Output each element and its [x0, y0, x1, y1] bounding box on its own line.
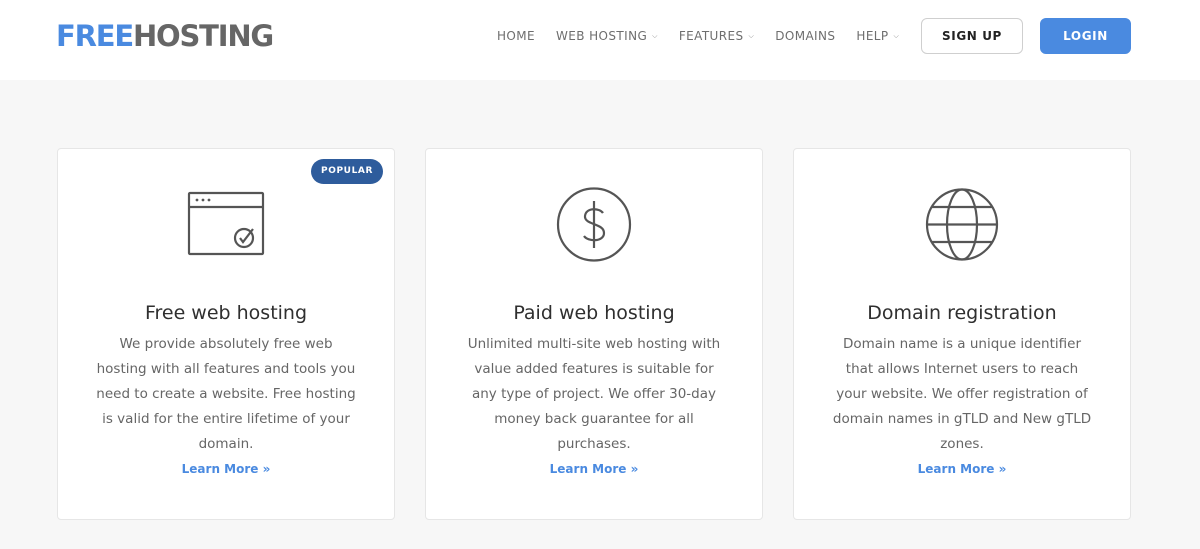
nav-item-features[interactable]: FEATURES ⌵	[679, 29, 754, 43]
card-description: We provide absolutely free web hosting w…	[96, 336, 356, 452]
card-description: Domain name is a unique identifier that …	[832, 336, 1092, 452]
nav-item-web-hosting[interactable]: WEB HOSTING ⌵	[556, 29, 658, 43]
chevron-down-icon: ⌵	[893, 31, 900, 40]
popular-badge: POPULAR	[311, 159, 383, 184]
chevron-down-icon: ⌵	[748, 31, 755, 40]
feature-card-domain-registration: Domain registration Domain name is a uni…	[793, 148, 1131, 520]
logo-hosting-text: HOSTING	[132, 19, 274, 53]
main-nav: HOME WEB HOSTING ⌵ FEATURES ⌵ DOMAINS HE…	[497, 27, 920, 45]
card-title: Free web hosting	[144, 302, 308, 324]
card-description: Unlimited multi-site web hosting with va…	[467, 336, 721, 452]
card-title: Domain registration	[867, 302, 1057, 324]
chevron-down-icon: ⌵	[652, 31, 658, 40]
browser-check-icon	[186, 187, 266, 262]
nav-item-home[interactable]: HOME	[497, 29, 535, 43]
nav-item-label: FEATURES	[678, 29, 744, 43]
logo-free-text: FREE	[56, 19, 134, 53]
learn-more-link[interactable]: Learn More »	[58, 461, 394, 477]
feature-card-paid-hosting: Paid web hosting Unlimited multi-site we…	[425, 148, 763, 520]
learn-more-link[interactable]: Learn More »	[794, 461, 1130, 477]
nav-item-help[interactable]: HELP ⌵	[856, 29, 899, 43]
site-header: FREEHOSTING HOME WEB HOSTING ⌵ FEATURES …	[0, 0, 1200, 80]
learn-more-link[interactable]: Learn More »	[426, 461, 762, 477]
card-title: Paid web hosting	[513, 302, 675, 324]
signup-button[interactable]: SIGN UP	[921, 18, 1023, 54]
nav-item-label: DOMAINS	[775, 29, 836, 43]
site-logo[interactable]: FREEHOSTING	[56, 19, 274, 53]
nav-item-label: HOME	[497, 29, 536, 43]
dollar-circle-icon	[554, 187, 634, 262]
nav-item-label: HELP	[856, 29, 889, 43]
login-button[interactable]: LOGIN	[1040, 18, 1131, 54]
globe-icon	[922, 187, 1002, 262]
nav-item-label: WEB HOSTING	[556, 29, 648, 43]
feature-card-free-hosting: POPULAR Free web hosting We provide abso…	[57, 148, 395, 520]
nav-item-domains[interactable]: DOMAINS	[775, 29, 835, 43]
